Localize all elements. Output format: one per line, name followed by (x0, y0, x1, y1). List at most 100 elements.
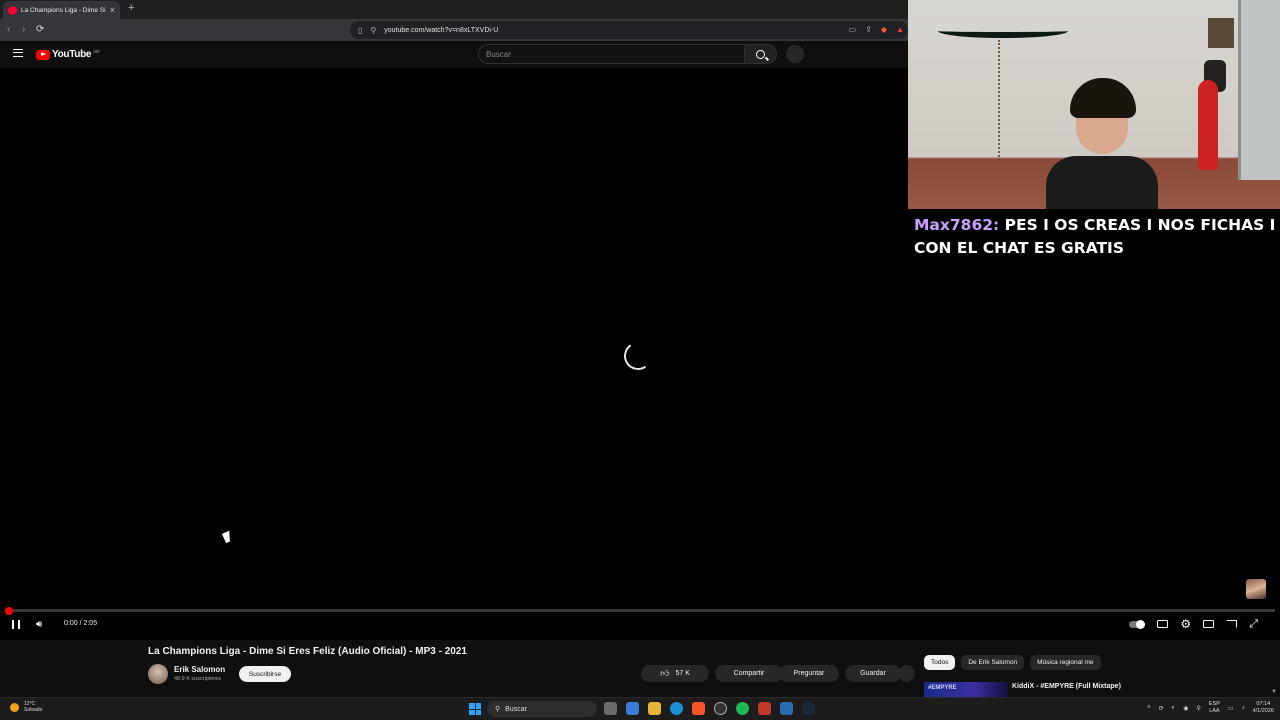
progress-bar[interactable] (5, 606, 1275, 615)
taskbar: 12°C Soleado ⚲ Buscar ˄ ⟳ ◐ ◉ ⚲ ESP LAA … (0, 697, 1280, 720)
weather-widget[interactable]: 12°C Soleado (10, 701, 42, 713)
chat-username: Max7862: (914, 216, 1000, 234)
recommended-video-thumbnail[interactable]: #EMPYRE (924, 682, 1008, 697)
search-button[interactable] (745, 44, 777, 64)
windows-start-icon[interactable] (469, 703, 481, 715)
language-indicator[interactable]: ESP LAA (1209, 701, 1220, 715)
address-bar-actions: ▭ ⇪ ◆ ▲ (849, 25, 904, 34)
bookmark-icon[interactable]: ▯ (358, 26, 362, 35)
youtube-header: YouTube AR (0, 41, 908, 68)
clock-date: 4/1/2026 (1252, 708, 1274, 714)
browser-tab[interactable]: La Champions Liga - Dime Si Eres Feliz (… (3, 1, 120, 19)
site-info-icon[interactable]: ⚲ (370, 26, 376, 35)
widgets-icon[interactable] (626, 702, 639, 715)
thumbnail-text: #EMPYRE (928, 685, 957, 691)
wall-picture (1208, 18, 1234, 48)
spotify-icon[interactable] (736, 702, 749, 715)
clock-time: 07:14 (1256, 701, 1271, 707)
file-explorer-icon[interactable] (648, 702, 661, 715)
pause-icon[interactable] (12, 620, 20, 629)
chip-genre[interactable]: Música regional me (1030, 655, 1101, 670)
tray-overflow-icon[interactable]: ˄ (1147, 705, 1151, 711)
tray-app-icon[interactable]: ◐ (1172, 705, 1176, 711)
like-button[interactable]: 👍︎ 57 K (641, 665, 709, 682)
tray-mic-icon[interactable]: ⚲ (1196, 705, 1200, 712)
volume-icon[interactable]: 🔊︎ (36, 619, 42, 630)
obs-icon[interactable] (714, 702, 727, 715)
paint-app-icon[interactable] (780, 702, 793, 715)
autoplay-toggle[interactable] (1129, 619, 1146, 629)
address-bar[interactable]: ▯ ⚲ youtube.com/watch?v=n8xLTXVDi-U ▭ ⇪ … (350, 21, 908, 39)
url-text[interactable]: youtube.com/watch?v=n8xLTXVDi-U (384, 27, 498, 34)
taskbar-search-icon: ⚲ (495, 706, 501, 713)
fullscreen-icon[interactable]: ⤢ (1249, 618, 1258, 630)
chip-channel[interactable]: De Erik Salomon (961, 655, 1025, 670)
tab-close-icon[interactable]: × (110, 5, 115, 15)
brave-shields-icon[interactable]: ◆ (881, 25, 887, 34)
save-button[interactable]: Guardar (845, 665, 901, 682)
player-right-controls: ⚙ ⤢ (1129, 618, 1258, 630)
streamer-hair (1070, 78, 1136, 118)
youtube-favicon-icon (8, 5, 17, 15)
record-app-icon[interactable] (758, 702, 771, 715)
channel-name[interactable]: Erik Salomon (174, 665, 225, 674)
brave-icon[interactable] (692, 702, 705, 715)
tab-title: La Champions Liga - Dime Si Eres Feliz (… (21, 6, 106, 14)
youtube-logo[interactable]: YouTube AR (36, 49, 99, 60)
weather-text: 12°C Soleado (24, 701, 42, 713)
related-filter-chips: Todos De Erik Salomon Música regional me (924, 655, 1101, 670)
hamburger-menu-icon[interactable] (13, 49, 23, 57)
search-box (478, 44, 745, 64)
volume-tray-icon[interactable]: ♪ (1242, 705, 1245, 711)
new-tab-button[interactable]: + (128, 3, 134, 14)
cast-icon[interactable] (1226, 620, 1238, 628)
ask-button[interactable]: Preguntar (779, 665, 839, 682)
voice-search-button[interactable] (786, 45, 804, 63)
subscriber-count: 48.9 K suscriptores (174, 676, 222, 682)
search-input[interactable] (486, 49, 744, 59)
miniplayer-icon[interactable] (1203, 620, 1215, 628)
like-count: 57 K (675, 670, 690, 677)
tray-sync-icon[interactable]: ⟳ (1159, 705, 1164, 712)
streamer-body (1046, 156, 1158, 209)
taskbar-apps (604, 702, 815, 715)
ask-label: Preguntar (793, 670, 825, 677)
channel-avatar[interactable] (148, 664, 168, 684)
task-view-icon[interactable] (604, 702, 617, 715)
subscribe-button[interactable]: Suscribirse (239, 666, 291, 682)
clock[interactable]: 07:14 4/1/2026 (1253, 701, 1274, 715)
edge-icon[interactable] (670, 702, 683, 715)
chip-todos[interactable]: Todos (924, 655, 956, 670)
network-icon[interactable]: ▭ (1228, 705, 1234, 712)
video-info: La Champions Liga - Dime Si Eres Feliz (… (0, 640, 1280, 697)
more-actions-button[interactable] (898, 665, 915, 682)
streamer-avatar (1246, 579, 1266, 599)
steam-icon[interactable] (802, 702, 815, 715)
brave-rewards-icon[interactable]: ▲ (896, 25, 904, 34)
reload-icon[interactable]: ⟳ (36, 23, 44, 37)
scrollbar-down-icon[interactable]: ▼ (1271, 689, 1277, 695)
system-tray: ˄ ⟳ ◐ ◉ ⚲ ESP LAA ▭ ♪ 07:14 4/1/2026 (1147, 701, 1274, 715)
back-icon[interactable]: ‹ (7, 23, 10, 37)
cast-tab-icon[interactable]: ▭ (849, 25, 857, 34)
webcam-overlay (908, 0, 1280, 209)
player-controls: 🔊︎ 0:00 / 2:05 ⚙ ⤢ (0, 615, 1280, 635)
progress-scrubber[interactable] (5, 606, 13, 615)
chat-message: Max7862: PES I OS CREAS I NOS FICHAS I B… (914, 214, 1280, 260)
country-code: AR (93, 48, 100, 54)
save-label: Guardar (860, 670, 886, 677)
browser-tabbar: La Champions Liga - Dime Si Eres Feliz (… (0, 0, 908, 19)
video-title: La Champions Liga - Dime Si Eres Feliz (… (148, 646, 467, 657)
taskbar-search[interactable]: ⚲ Buscar (487, 701, 597, 717)
loading-spinner-icon (621, 339, 655, 373)
share-button[interactable]: Compartir (715, 665, 783, 682)
thumbs-up-icon: 👍︎ (660, 668, 670, 678)
settings-gear-icon[interactable]: ⚙ (1180, 618, 1191, 630)
garland-decoration (938, 24, 1068, 38)
tray-security-icon[interactable]: ◉ (1183, 705, 1188, 712)
recommended-video-title[interactable]: KiddiX - #EMPYRE (Full Mixtape) (1012, 682, 1122, 697)
subtitles-icon[interactable] (1157, 620, 1169, 628)
share-icon[interactable]: ⇪ (865, 25, 872, 34)
screen: La Champions Liga - Dime Si Eres Feliz (… (0, 0, 1280, 720)
forward-icon[interactable]: › (22, 23, 25, 37)
